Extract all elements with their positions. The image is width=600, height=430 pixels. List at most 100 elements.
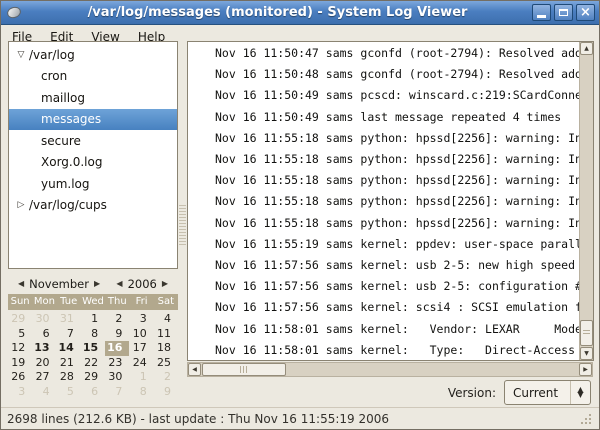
calendar-day[interactable]: 9	[154, 385, 178, 400]
calendar-year: 2006	[128, 277, 157, 291]
expander-icon[interactable]: ▷	[13, 200, 29, 210]
scroll-down-button[interactable]: ▼	[580, 347, 593, 360]
prev-month-button[interactable]: ◀	[13, 279, 29, 288]
calendar-day[interactable]: 26	[8, 370, 32, 385]
next-month-button[interactable]: ▶	[89, 279, 105, 288]
pane-splitter[interactable]	[178, 41, 187, 362]
tree-row[interactable]: Xorg.0.log	[9, 152, 177, 174]
horizontal-scrollbar[interactable]: ◀ ▶	[187, 362, 593, 377]
tree-row[interactable]: maillog	[9, 87, 177, 109]
log-viewer-app-icon	[5, 5, 23, 21]
calendar-day[interactable]: 11	[154, 327, 178, 342]
thumb-grip-icon	[240, 366, 249, 373]
vertical-scroll-thumb[interactable]	[580, 320, 593, 346]
day-name: Tue	[57, 294, 81, 310]
version-label: Version:	[448, 386, 496, 400]
tree-row[interactable]: secure	[9, 130, 177, 152]
calendar-day[interactable]: 12	[8, 341, 32, 356]
calendar-day[interactable]: 6	[32, 327, 56, 342]
log-line: Nov 16 11:58:01 sams kernel: Vendor: LEX…	[215, 319, 579, 340]
next-year-button[interactable]: ▶	[157, 279, 173, 288]
window-title: /var/log/messages (monitored) - System L…	[23, 5, 532, 20]
day-name: Fri	[129, 294, 153, 310]
horizontal-scroll-track[interactable]	[201, 363, 579, 376]
calendar-day[interactable]: 30	[32, 312, 56, 327]
tree-row-label: yum.log	[41, 177, 90, 191]
calendar-day[interactable]: 15	[81, 341, 105, 356]
tree-row[interactable]: ▷ /var/log/cups	[9, 195, 177, 217]
calendar-day[interactable]: 3	[8, 385, 32, 400]
calendar-day[interactable]: 19	[8, 356, 32, 371]
calendar-day[interactable]: 7	[105, 385, 129, 400]
horizontal-scroll-thumb[interactable]	[202, 363, 286, 376]
calendar-day[interactable]: 23	[105, 356, 129, 371]
scroll-down-icon: ▼	[584, 351, 589, 357]
calendar-day[interactable]: 5	[8, 327, 32, 342]
scroll-up-icon: ▲	[584, 46, 589, 52]
prev-year-button[interactable]: ◀	[111, 279, 127, 288]
calendar-day[interactable]: 1	[129, 370, 153, 385]
window: /var/log/messages (monitored) - System L…	[0, 0, 600, 430]
calendar-day[interactable]: 3	[129, 312, 153, 327]
calendar-day[interactable]: 31	[57, 312, 81, 327]
splitter-grip-icon	[179, 205, 186, 247]
log-line: Nov 16 11:55:18 sams python: hpssd[2256]…	[215, 170, 579, 191]
calendar-day[interactable]: 6	[81, 385, 105, 400]
day-name: Wed	[81, 294, 105, 310]
scroll-right-button[interactable]: ▶	[579, 363, 592, 376]
tree-row[interactable]: yum.log	[9, 173, 177, 195]
calendar-day[interactable]: 21	[57, 356, 81, 371]
combo-spinner[interactable]: ▲ ▼	[570, 381, 590, 404]
calendar-day[interactable]: 13	[32, 341, 56, 356]
log-view: Nov 16 11:50:47 sams gconfd (root-2794):…	[187, 41, 594, 361]
main-content: ▽ /var/log cron maillog messages	[1, 41, 599, 407]
tree-row[interactable]: messages	[9, 109, 177, 131]
calendar-day[interactable]: 22	[81, 356, 105, 371]
calendar-day[interactable]: 5	[57, 385, 81, 400]
resize-grip[interactable]	[579, 412, 593, 426]
calendar-day[interactable]: 2	[105, 312, 129, 327]
calendar-day[interactable]: 25	[154, 356, 178, 371]
calendar-day[interactable]: 28	[57, 370, 81, 385]
calendar-day[interactable]: 4	[32, 385, 56, 400]
calendar-day[interactable]: 20	[32, 356, 56, 371]
calendar-day-names: SunMonTueWedThuFriSat	[8, 294, 178, 310]
calendar-day[interactable]: 18	[154, 341, 178, 356]
calendar-day[interactable]: 24	[129, 356, 153, 371]
vertical-scrollbar[interactable]: ▲ ▼	[579, 42, 593, 360]
log-line: Nov 16 11:58:01 sams kernel: Type: Direc…	[215, 340, 579, 360]
calendar-day[interactable]: 16	[105, 341, 129, 356]
tree-row-label: cron	[41, 69, 67, 83]
calendar-day[interactable]: 17	[129, 341, 153, 356]
calendar-day[interactable]: 14	[57, 341, 81, 356]
calendar-day[interactable]: 29	[81, 370, 105, 385]
calendar-day[interactable]: 2	[154, 370, 178, 385]
calendar-day[interactable]: 7	[57, 327, 81, 342]
version-combobox[interactable]: Current ▲ ▼	[504, 380, 591, 405]
calendar-day[interactable]: 9	[105, 327, 129, 342]
tree-row[interactable]: cron	[9, 66, 177, 88]
calendar-day[interactable]: 8	[129, 385, 153, 400]
scroll-left-button[interactable]: ◀	[188, 363, 201, 376]
maximize-button[interactable]	[554, 4, 573, 21]
window-controls: ×	[532, 4, 595, 21]
log-line: Nov 16 11:55:18 sams python: hpssd[2256]…	[215, 128, 579, 149]
calendar-day[interactable]: 30	[105, 370, 129, 385]
log-line: Nov 16 11:50:49 sams pcscd: winscard.c:2…	[215, 85, 579, 106]
titlebar[interactable]: /var/log/messages (monitored) - System L…	[1, 1, 599, 25]
calendar-day[interactable]: 1	[81, 312, 105, 327]
calendar-day[interactable]: 27	[32, 370, 56, 385]
calendar-day[interactable]: 8	[81, 327, 105, 342]
status-text: 2698 lines (212.6 KB) - last update : Th…	[7, 412, 389, 426]
vertical-scroll-track[interactable]	[580, 55, 593, 347]
close-button[interactable]: ×	[576, 4, 595, 21]
scroll-up-button[interactable]: ▲	[580, 42, 593, 55]
calendar-day[interactable]: 4	[154, 312, 178, 327]
maximize-icon	[559, 9, 568, 16]
calendar-day[interactable]: 29	[8, 312, 32, 327]
minimize-button[interactable]	[532, 4, 551, 21]
expander-icon[interactable]: ▽	[13, 50, 29, 60]
tree-row-label: Xorg.0.log	[41, 155, 102, 169]
tree-row[interactable]: ▽ /var/log	[9, 44, 177, 66]
calendar-day[interactable]: 10	[129, 327, 153, 342]
